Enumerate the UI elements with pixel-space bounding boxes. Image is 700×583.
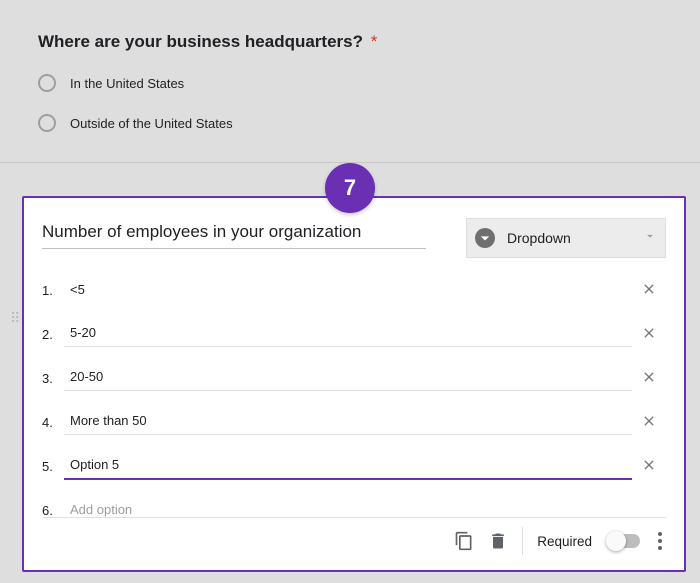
remove-option-button[interactable] xyxy=(632,457,666,476)
prev-question-title-text: Where are your business headquarters? xyxy=(38,32,363,51)
option-row: 4. More than 50 xyxy=(42,400,666,444)
close-icon xyxy=(641,281,657,297)
kebab-dot-icon xyxy=(658,546,662,550)
remove-option-button[interactable] xyxy=(632,369,666,388)
chevron-down-icon xyxy=(643,229,657,248)
close-icon xyxy=(641,369,657,385)
option-text-input[interactable]: Option 5 xyxy=(64,453,632,480)
close-icon xyxy=(641,457,657,473)
remove-option-button[interactable] xyxy=(632,281,666,300)
delete-button[interactable] xyxy=(488,531,508,551)
duplicate-button[interactable] xyxy=(454,531,474,551)
trash-icon xyxy=(488,531,508,551)
divider xyxy=(522,527,523,555)
required-toggle[interactable] xyxy=(608,534,640,548)
radio-icon xyxy=(38,114,56,132)
option-number: 4. xyxy=(42,415,64,430)
radio-icon xyxy=(38,74,56,92)
question-title-input[interactable]: Number of employees in your organization xyxy=(42,222,426,249)
step-badge: 7 xyxy=(325,163,375,213)
dropdown-type-icon xyxy=(475,228,495,248)
option-text-input[interactable]: <5 xyxy=(64,278,632,303)
previous-question: Where are your business headquarters? * … xyxy=(0,0,700,162)
prev-option-us[interactable]: In the United States xyxy=(38,74,660,92)
duplicate-icon xyxy=(454,531,474,551)
remove-option-button[interactable] xyxy=(632,413,666,432)
option-number: 2. xyxy=(42,327,64,342)
close-icon xyxy=(641,413,657,429)
option-number: 6. xyxy=(42,503,64,518)
option-row: 1. <5 xyxy=(42,268,666,312)
remove-option-button[interactable] xyxy=(632,325,666,344)
option-row: 2. 5-20 xyxy=(42,312,666,356)
question-type-selector[interactable]: Dropdown xyxy=(466,218,666,258)
option-row: 3. 20-50 xyxy=(42,356,666,400)
option-number: 3. xyxy=(42,371,64,386)
option-text-input[interactable]: More than 50 xyxy=(64,409,632,435)
option-text-input[interactable]: 5-20 xyxy=(64,321,632,347)
kebab-dot-icon xyxy=(658,539,662,543)
prev-option-outside-us[interactable]: Outside of the United States xyxy=(38,114,660,132)
question-type-label: Dropdown xyxy=(507,230,643,246)
option-list: 1. <5 2. 5-20 3. 20-50 xyxy=(42,268,666,532)
prev-option-label: Outside of the United States xyxy=(70,116,233,131)
option-row: 5. Option 5 xyxy=(42,444,666,488)
more-options-button[interactable] xyxy=(654,532,666,550)
option-text-input[interactable]: 20-50 xyxy=(64,365,632,391)
option-number: 1. xyxy=(42,283,64,298)
required-asterisk: * xyxy=(371,32,378,51)
prev-option-label: In the United States xyxy=(70,76,184,91)
option-number: 5. xyxy=(42,459,64,474)
close-icon xyxy=(641,325,657,341)
step-number: 7 xyxy=(344,175,356,201)
prev-question-title: Where are your business headquarters? * xyxy=(38,32,660,52)
active-question-card: Number of employees in your organization… xyxy=(22,196,686,572)
side-drag-handle-icon[interactable]: ⠿ xyxy=(10,310,22,327)
kebab-dot-icon xyxy=(658,532,662,536)
card-footer: Required xyxy=(42,517,666,564)
required-label: Required xyxy=(537,534,592,549)
